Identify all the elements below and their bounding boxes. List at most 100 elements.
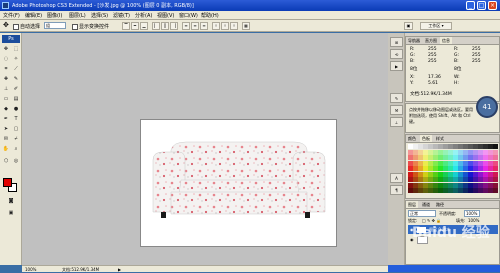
swatch-cell[interactable] xyxy=(493,171,498,177)
tool-presets-icon[interactable]: ⚒ xyxy=(390,105,403,115)
close-button[interactable]: × xyxy=(488,1,497,10)
swatch-cell[interactable] xyxy=(493,188,498,193)
align-right-button[interactable]: ▕ xyxy=(170,22,178,30)
zoom-tool-icon[interactable]: ⌕ xyxy=(12,146,20,153)
tab-navigator[interactable]: 导航器 xyxy=(406,37,422,44)
info-y-label: Y: xyxy=(410,81,414,86)
swatch-cell[interactable] xyxy=(493,177,498,182)
info-depth-left: 8位 xyxy=(410,67,418,72)
align-left-button[interactable]: ▏ xyxy=(152,22,160,30)
tab-layers[interactable]: 图层 xyxy=(406,201,418,208)
path-selection-tool-icon[interactable]: ➤ xyxy=(2,126,10,133)
distribute-hcenter-button[interactable]: ⁞ xyxy=(221,22,229,30)
tab-styles[interactable]: 样式 xyxy=(434,135,446,142)
menu-edit[interactable]: 编辑(E) xyxy=(25,12,42,19)
document-canvas[interactable] xyxy=(140,119,337,247)
menu-view[interactable]: 视图(V) xyxy=(157,12,174,19)
crop-tool-icon[interactable]: ⌗ xyxy=(2,66,10,73)
align-top-button[interactable]: ▔ xyxy=(122,22,130,30)
menu-filter[interactable]: 滤镜(T) xyxy=(113,12,130,19)
tab-color[interactable]: 颜色 xyxy=(406,135,418,142)
history-icon[interactable]: ⟲ xyxy=(390,49,403,59)
menu-image[interactable]: 图像(I) xyxy=(47,12,62,19)
menu-help[interactable]: 帮助(H) xyxy=(201,12,219,19)
info-b-label-right: B: xyxy=(454,59,459,64)
info-doc-size: 文档:512.9K/1.34M xyxy=(410,92,452,97)
swatch-cell[interactable] xyxy=(493,155,498,160)
brushes-icon[interactable]: ✎ xyxy=(390,93,403,103)
3d-camera-tool-icon[interactable]: ◎ xyxy=(12,158,20,165)
move-tool-icon[interactable]: ✥ xyxy=(2,46,10,53)
bridge-icon[interactable]: ▣ xyxy=(404,22,413,30)
menu-select[interactable]: 选择(S) xyxy=(91,12,108,19)
type-tool-icon[interactable]: T xyxy=(12,116,20,123)
distribute-top-button[interactable]: ≡ xyxy=(182,22,190,30)
align-hcenter-button[interactable]: ║ xyxy=(161,22,169,30)
menu-file[interactable]: 文件(F) xyxy=(3,12,20,19)
magic-wand-tool-icon[interactable]: ✧ xyxy=(12,56,20,63)
auto-select-dropdown[interactable]: 组 xyxy=(44,22,66,29)
tab-swatches[interactable]: 色板 xyxy=(420,135,432,142)
marquee-tool-icon[interactable]: ⬚ xyxy=(12,46,20,53)
auto-select-checkbox[interactable]: 自动选择 xyxy=(13,23,40,30)
lasso-tool-icon[interactable]: ◌ xyxy=(2,56,10,63)
tab-histogram[interactable]: 直方图 xyxy=(423,37,439,44)
auto-align-button[interactable]: ▦ xyxy=(242,22,250,30)
workspace[interactable] xyxy=(22,33,388,265)
show-transform-checkbox[interactable]: 显示变换控件 xyxy=(72,23,109,30)
distribute-right-button[interactable]: ⁞ xyxy=(230,22,238,30)
history-brush-tool-icon[interactable]: ✐ xyxy=(12,86,20,93)
distribute-left-button[interactable]: ⁞ xyxy=(212,22,220,30)
dodge-tool-icon[interactable]: ● xyxy=(12,106,20,113)
swatch-cell[interactable] xyxy=(493,166,498,171)
workspace-button[interactable]: 工作区 ▾ xyxy=(420,22,452,30)
healing-brush-tool-icon[interactable]: ✚ xyxy=(2,76,10,83)
maximize-button[interactable]: □ xyxy=(477,1,486,10)
blend-mode-select[interactable]: 正常 xyxy=(408,210,436,217)
info-r-left: 255 xyxy=(428,47,437,52)
align-vcenter-button[interactable]: ═ xyxy=(131,22,139,30)
swatch-cell[interactable] xyxy=(493,182,498,188)
distribute-bottom-button[interactable]: ≡ xyxy=(200,22,208,30)
screen-mode-icon[interactable]: ▣ xyxy=(7,210,15,217)
swatch-cell[interactable] xyxy=(493,149,498,155)
blur-tool-icon[interactable]: ◆ xyxy=(2,106,10,113)
menu-layer[interactable]: 图层(L) xyxy=(69,12,86,19)
swatch-cell[interactable] xyxy=(493,160,498,166)
menu-window[interactable]: 窗口(W) xyxy=(179,12,198,19)
navigator-icon[interactable]: ⊞ xyxy=(390,37,403,47)
info-b-right: 255 xyxy=(472,59,481,64)
foreground-color-swatch[interactable] xyxy=(3,178,12,187)
info-b-label-left: B: xyxy=(410,59,415,64)
pen-tool-icon[interactable]: ✒ xyxy=(2,116,10,123)
clone-stamp-tool-icon[interactable]: ⊥ xyxy=(2,86,10,93)
3d-tool-icon[interactable]: ⬡ xyxy=(2,158,10,165)
notes-tool-icon[interactable]: ✉ xyxy=(2,136,10,143)
character-icon[interactable]: A xyxy=(390,173,403,183)
gradient-tool-icon[interactable]: ▤ xyxy=(12,96,20,103)
zoom-level[interactable]: 100% xyxy=(25,267,36,272)
brush-tool-icon[interactable]: ✎ xyxy=(12,76,20,83)
distribute-center-button[interactable]: ≡ xyxy=(191,22,199,30)
tab-channels[interactable]: 通道 xyxy=(420,201,432,208)
swatch-grid[interactable] xyxy=(408,144,498,194)
minimize-button[interactable]: _ xyxy=(466,1,475,10)
tab-paths[interactable]: 路径 xyxy=(434,201,446,208)
menu-analysis[interactable]: 分析(A) xyxy=(135,12,152,19)
info-w-label: W: xyxy=(454,75,460,80)
opacity-field[interactable]: 100% xyxy=(464,210,480,217)
tab-info[interactable]: 信息 xyxy=(440,37,452,44)
slice-tool-icon[interactable]: ⟋ xyxy=(12,66,20,73)
swatch-cell[interactable] xyxy=(493,144,498,149)
shape-tool-icon[interactable]: ▢ xyxy=(12,126,20,133)
move-tool-icon[interactable]: ✥ xyxy=(3,21,9,29)
hand-tool-icon[interactable]: ✋ xyxy=(2,146,10,153)
eyedropper-tool-icon[interactable]: ⌿ xyxy=(12,136,20,143)
clone-source-icon[interactable]: ⊥ xyxy=(390,117,403,127)
paragraph-icon[interactable]: ¶ xyxy=(390,185,403,195)
actions-icon[interactable]: ▶ xyxy=(390,61,403,71)
status-arrow-icon[interactable]: ▶ xyxy=(118,267,121,272)
align-bottom-button[interactable]: ▁ xyxy=(140,22,148,30)
eraser-tool-icon[interactable]: ▭ xyxy=(2,96,10,103)
quick-mask-icon[interactable]: ◙ xyxy=(7,198,15,205)
